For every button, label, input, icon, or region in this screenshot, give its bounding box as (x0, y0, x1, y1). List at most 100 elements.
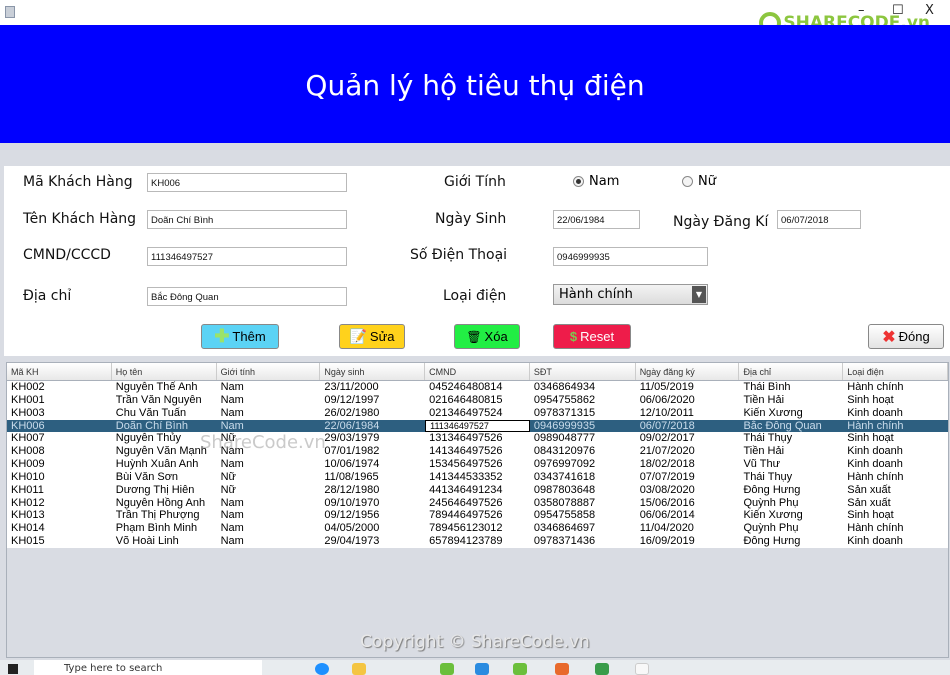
table-cell[interactable]: KH008 (7, 445, 112, 458)
table-cell[interactable]: Thái Thụy (739, 432, 843, 445)
cmnd-input[interactable]: 111346497527 (147, 247, 347, 266)
maximize-button[interactable]: ☐ (892, 3, 904, 18)
table-cell[interactable]: Đông Hưng (739, 484, 843, 497)
table-cell[interactable]: Dương Thị Hiên (112, 484, 217, 497)
table-cell[interactable]: 16/09/2019 (636, 535, 740, 548)
minimize-button[interactable]: – (858, 3, 865, 18)
table-cell[interactable]: Kiến Xương (739, 509, 843, 522)
table-cell[interactable]: 0843120976 (530, 445, 636, 458)
radio-nam[interactable]: Nam (573, 174, 619, 189)
table-cell[interactable]: 0346864697 (530, 522, 636, 535)
table-row[interactable]: KH014 Phạm Bình Minh Nam 04/05/2000 78945612… (7, 522, 948, 536)
xoa-button[interactable]: 🗑 Xóa (454, 324, 520, 349)
table-cell[interactable]: 0346864934 (530, 381, 636, 394)
column-header[interactable]: CMND (425, 363, 530, 380)
table-cell[interactable]: Nam (217, 394, 321, 407)
column-header[interactable]: Loại điện (843, 363, 949, 380)
table-cell[interactable]: Sinh hoạt (843, 394, 948, 407)
table-cell[interactable]: 12/10/2011 (636, 407, 740, 420)
column-header[interactable]: SĐT (530, 363, 636, 380)
table-cell[interactable]: Nam (217, 497, 321, 510)
table-cell[interactable]: 29/03/1979 (320, 432, 425, 445)
taskbar-search-input[interactable]: Type here to search (34, 660, 262, 675)
table-cell[interactable]: Hành chính (843, 471, 948, 484)
table-cell[interactable]: Nam (217, 407, 321, 420)
column-header[interactable]: Mã KH (7, 363, 112, 380)
table-cell[interactable]: 153456497526 (425, 458, 530, 471)
table-cell[interactable]: Doãn Chí Bình (112, 420, 217, 433)
table-row[interactable]: KH010 Bùi Văn Sơn Nữ 11/08/1965 141344533352… (7, 470, 948, 484)
ngay-sinh-input[interactable]: 22/06/1984 (553, 210, 640, 229)
them-button[interactable]: ✚ Thêm (201, 324, 279, 349)
table-cell[interactable]: KH011 (7, 484, 112, 497)
table-cell[interactable]: 29/04/1973 (320, 535, 425, 548)
table-cell[interactable]: Thái Bình (739, 381, 843, 394)
table-cell[interactable]: Vũ Thư (739, 458, 843, 471)
table-row[interactable]: KH013 Trần Thị Phượng Nam 09/12/1956 7894464… (7, 509, 948, 523)
table-row[interactable]: KH008 Nguyễn Văn Mạnh Nam 07/01/1982 1413464… (7, 445, 948, 459)
windows-start-icon[interactable] (8, 664, 18, 674)
table-cell[interactable]: 131346497526 (425, 432, 530, 445)
radio-nu[interactable]: Nữ (682, 174, 716, 189)
table-cell[interactable]: KH009 (7, 458, 112, 471)
table-cell[interactable]: Thái Thụy (739, 471, 843, 484)
table-cell[interactable]: Kinh doanh (843, 535, 948, 548)
table-cell[interactable]: KH010 (7, 471, 112, 484)
ten-kh-input[interactable]: Doãn Chí Bình (147, 210, 347, 229)
table-cell[interactable]: Nam (217, 458, 321, 471)
table-cell[interactable]: KH012 (7, 497, 112, 510)
table-cell[interactable]: Đông Hưng (739, 535, 843, 548)
table-cell[interactable]: 0976997092 (530, 458, 636, 471)
reset-button[interactable]: $ Reset (553, 324, 631, 349)
table-cell[interactable]: KH006 (7, 420, 112, 433)
table-cell[interactable]: 06/06/2020 (636, 394, 740, 407)
table-cell[interactable]: Sản xuất (843, 497, 948, 510)
table-cell[interactable]: Nam (217, 535, 321, 548)
table-cell[interactable]: 021346497524 (425, 407, 530, 420)
table-cell[interactable]: 0954755858 (530, 509, 636, 522)
folder-icon[interactable] (352, 663, 366, 675)
table-cell[interactable]: Nguyễn Thế Anh (112, 381, 217, 394)
table-row[interactable]: KH011 Dương Thị Hiên Nữ 28/12/1980 441346491… (7, 483, 948, 497)
table-cell[interactable]: KH003 (7, 407, 112, 420)
table-cell[interactable]: 07/07/2019 (636, 471, 740, 484)
column-header[interactable]: Họ tên (112, 363, 217, 380)
table-cell[interactable]: Kinh doanh (843, 458, 948, 471)
table-cell[interactable]: 0946999935 (530, 420, 636, 433)
sua-button[interactable]: 📝 Sửa (339, 324, 405, 349)
table-cell[interactable]: Hành chính (843, 381, 948, 394)
table-cell[interactable]: Quỳnh Phụ (739, 497, 843, 510)
dia-chi-input[interactable]: Bắc Đông Quan (147, 287, 347, 306)
table-cell[interactable]: 06/06/2014 (636, 509, 740, 522)
home-icon[interactable] (595, 663, 609, 675)
table-cell[interactable]: Kinh doanh (843, 445, 948, 458)
table-cell[interactable]: 07/01/1982 (320, 445, 425, 458)
edge-icon[interactable] (315, 663, 329, 675)
table-cell[interactable]: 28/12/1980 (320, 484, 425, 497)
zalo-icon[interactable] (475, 663, 489, 675)
table-cell[interactable]: Chu Văn Tuấn (112, 407, 217, 420)
table-cell[interactable]: Nguyễn Hồng Anh (112, 497, 217, 510)
column-header[interactable]: Giới tính (217, 363, 321, 380)
app-icon[interactable] (513, 663, 527, 675)
customer-table[interactable]: Mã KH Họ tên Giới tính Ngày sinh CMND SĐT Ngày… (6, 362, 949, 658)
column-header[interactable]: Ngày sinh (320, 363, 426, 380)
table-cell[interactable]: Nam (217, 522, 321, 535)
table-cell[interactable]: Võ Hoài Linh (112, 535, 217, 548)
table-cell[interactable]: 789456123012 (425, 522, 530, 535)
table-cell[interactable]: Sinh hoạt (843, 432, 948, 445)
table-cell[interactable]: 09/10/1970 (320, 497, 425, 510)
table-cell[interactable]: 09/12/1997 (320, 394, 425, 407)
table-cell[interactable]: 22/06/1984 (320, 420, 425, 433)
java-icon[interactable] (635, 663, 649, 675)
table-cell[interactable]: Bùi Văn Sơn (112, 471, 217, 484)
table-cell[interactable]: Nam (217, 420, 321, 433)
table-cell[interactable]: KH015 (7, 535, 112, 548)
app-icon[interactable] (440, 663, 454, 675)
table-cell[interactable]: Kinh doanh (843, 407, 948, 420)
table-cell[interactable]: Trần Văn Nguyên (112, 394, 217, 407)
table-cell[interactable]: 18/02/2018 (636, 458, 740, 471)
table-cell[interactable]: Sản xuất (843, 484, 948, 497)
table-cell[interactable]: Kiến Xương (739, 407, 843, 420)
table-cell[interactable]: 26/02/1980 (320, 407, 425, 420)
